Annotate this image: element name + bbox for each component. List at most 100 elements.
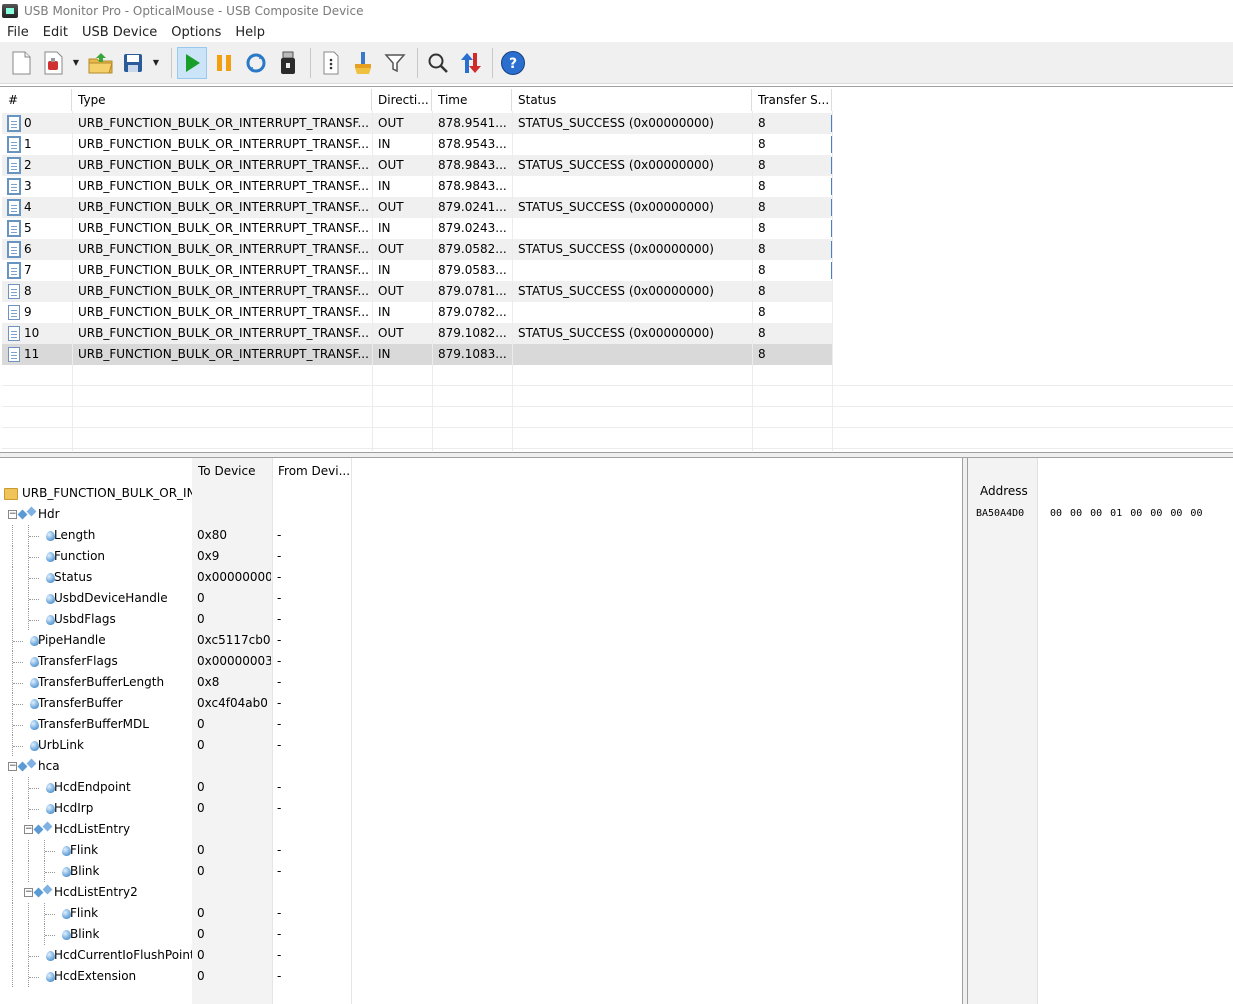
tree-from-device-value: - <box>277 549 282 563</box>
toolbar-separator <box>417 47 418 78</box>
usb-device-icon <box>281 51 295 74</box>
packet-size: 8 <box>758 137 766 151</box>
menu-edit[interactable]: Edit <box>36 25 75 40</box>
tree-node[interactable]: UsbdDeviceHandle 0 - <box>0 588 962 609</box>
col-header-type[interactable]: Type <box>72 89 372 111</box>
grid-line <box>752 111 753 451</box>
collapse-toggle[interactable]: − <box>8 762 17 771</box>
packet-row[interactable]: 2 URB_FUNCTION_BULK_OR_INTERRUPT_TRANSF..… <box>2 155 833 176</box>
col-header-from-device[interactable]: From Devi... <box>272 460 352 482</box>
menu-options[interactable]: Options <box>164 25 228 40</box>
tree-node[interactable]: Status 0x00000000 (- <box>0 567 962 588</box>
tree-from-device-value: - <box>277 612 282 626</box>
tree-node-label: Hdr <box>38 507 60 521</box>
new-button[interactable] <box>6 47 36 79</box>
menu-help[interactable]: Help <box>228 25 272 40</box>
help-button[interactable]: ? <box>498 47 528 79</box>
save-dropdown[interactable]: ▼ <box>150 47 162 79</box>
structure-icon <box>19 760 37 773</box>
tree-node[interactable]: HcdCurrentIoFlushPointer 0 - <box>0 945 962 966</box>
packet-row[interactable]: 9 URB_FUNCTION_BULK_OR_INTERRUPT_TRANSF..… <box>2 302 832 323</box>
packet-row[interactable]: 6 URB_FUNCTION_BULK_OR_INTERRUPT_TRANSF..… <box>2 239 833 260</box>
packet-size: 8 <box>758 263 766 277</box>
filter-button[interactable] <box>380 47 410 79</box>
packet-row[interactable]: 7 URB_FUNCTION_BULK_OR_INTERRUPT_TRANSF..… <box>2 260 833 281</box>
tree-node[interactable]: Function 0x9 - <box>0 546 962 567</box>
tree-node[interactable]: UrbLink 0 - <box>0 735 962 756</box>
packet-size: 8 <box>758 200 766 214</box>
collapse-toggle[interactable]: − <box>8 510 17 519</box>
packet-number: 5 <box>24 221 32 235</box>
packet-row[interactable]: 4 URB_FUNCTION_BULK_OR_INTERRUPT_TRANSF..… <box>2 197 833 218</box>
tree-node[interactable]: Length 0x80 - <box>0 525 962 546</box>
tree-from-device-value: - <box>277 801 282 815</box>
sort-button[interactable] <box>455 47 485 79</box>
tree-node[interactable]: PipeHandle 0xc5117cb0- <box>0 630 962 651</box>
packet-type: URB_FUNCTION_BULK_OR_INTERRUPT_TRANSF... <box>78 284 369 298</box>
search-button[interactable] <box>423 47 453 79</box>
col-header-number[interactable]: # <box>2 89 72 111</box>
refresh-button[interactable] <box>241 47 271 79</box>
open-folder-button[interactable] <box>86 47 116 79</box>
tree-node[interactable]: HcdExtension 0 - <box>0 966 962 987</box>
save-button[interactable] <box>118 47 148 79</box>
packet-size: 8 <box>758 179 766 193</box>
packet-dir: OUT <box>378 158 404 172</box>
tree-node[interactable]: Flink 0 - <box>0 903 962 924</box>
tree-node[interactable]: Blink 0 - <box>0 861 962 882</box>
col-header-status[interactable]: Status <box>512 89 752 111</box>
tree-node[interactable]: TransferBuffer 0xc4f04ab0- <box>0 693 962 714</box>
open-session-button[interactable] <box>38 47 68 79</box>
packet-type: URB_FUNCTION_BULK_OR_INTERRUPT_TRANSF... <box>78 116 369 130</box>
clear-button[interactable] <box>348 47 378 79</box>
tree-node-label: Function <box>54 549 106 563</box>
packet-size: 8 <box>758 158 766 172</box>
tree-node[interactable]: − HcdListEntry2 <box>0 882 962 903</box>
open-session-dropdown[interactable]: ▼ <box>70 47 82 79</box>
tree-node[interactable]: Blink 0 - <box>0 924 962 945</box>
packet-number: 11 <box>24 347 40 361</box>
packet-row[interactable]: 1 URB_FUNCTION_BULK_OR_INTERRUPT_TRANSF..… <box>2 134 833 155</box>
tree-node[interactable]: − HcdListEntry <box>0 819 962 840</box>
tree-from-device-value: - <box>277 969 282 983</box>
tree-node-label: TransferBufferMDL <box>38 717 149 731</box>
tree-to-device-value: 0x00000000 ( <box>197 570 271 584</box>
properties-button[interactable] <box>316 47 346 79</box>
menu-file[interactable]: File <box>0 25 36 40</box>
start-capture-button[interactable] <box>177 46 207 79</box>
tree-node[interactable]: UsbdFlags 0 - <box>0 609 962 630</box>
tree-node[interactable]: − Hdr <box>0 504 962 525</box>
tree-node[interactable]: HcdEndpoint 0 - <box>0 777 962 798</box>
packet-row[interactable]: 5 URB_FUNCTION_BULK_OR_INTERRUPT_TRANSF..… <box>2 218 833 239</box>
packet-row[interactable]: 3 URB_FUNCTION_BULK_OR_INTERRUPT_TRANSF..… <box>2 176 833 197</box>
menu-usb-device[interactable]: USB Device <box>75 25 164 40</box>
tree-root[interactable]: URB_FUNCTION_BULK_OR_INTERRUPT_TRANSFER <box>0 483 962 504</box>
packet-row[interactable]: 8 URB_FUNCTION_BULK_OR_INTERRUPT_TRANSF..… <box>2 281 832 302</box>
collapse-toggle[interactable]: − <box>24 825 33 834</box>
tree-node[interactable]: TransferBufferMDL 0 - <box>0 714 962 735</box>
tree-from-device-value: - <box>277 927 282 941</box>
pause-button[interactable] <box>209 47 239 79</box>
hex-bytes[interactable]: 00 00 00 01 00 00 00 00 <box>1050 508 1202 519</box>
packet-row[interactable]: 0 URB_FUNCTION_BULK_OR_INTERRUPT_TRANSF..… <box>2 113 833 134</box>
tree-connector <box>28 840 29 861</box>
packet-row[interactable]: 11 URB_FUNCTION_BULK_OR_INTERRUPT_TRANSF.… <box>2 344 832 365</box>
tree-node[interactable]: TransferBufferLength 0x8 - <box>0 672 962 693</box>
col-header-time[interactable]: Time <box>432 89 512 111</box>
tree-node[interactable]: − hca <box>0 756 962 777</box>
col-header-to-device[interactable]: To Device <box>192 460 272 482</box>
packet-row[interactable]: 10 URB_FUNCTION_BULK_OR_INTERRUPT_TRANSF.… <box>2 323 832 344</box>
col-header-transfer-size[interactable]: Transfer S... <box>752 89 832 111</box>
packet-number: 10 <box>24 326 40 340</box>
tree-node[interactable]: Flink 0 - <box>0 840 962 861</box>
packet-dir: OUT <box>378 116 404 130</box>
tree-node[interactable]: TransferFlags 0x00000003 (- <box>0 651 962 672</box>
tree-connector <box>12 546 13 567</box>
col-header-direction[interactable]: Directi... <box>372 89 432 111</box>
packet-type: URB_FUNCTION_BULK_OR_INTERRUPT_TRANSF... <box>78 200 369 214</box>
usb-device-button[interactable] <box>273 47 303 79</box>
tree-node[interactable]: HcdIrp 0 - <box>0 798 962 819</box>
packet-dir: IN <box>378 221 391 235</box>
collapse-toggle[interactable]: − <box>24 888 33 897</box>
packet-type: URB_FUNCTION_BULK_OR_INTERRUPT_TRANSF... <box>78 221 369 235</box>
